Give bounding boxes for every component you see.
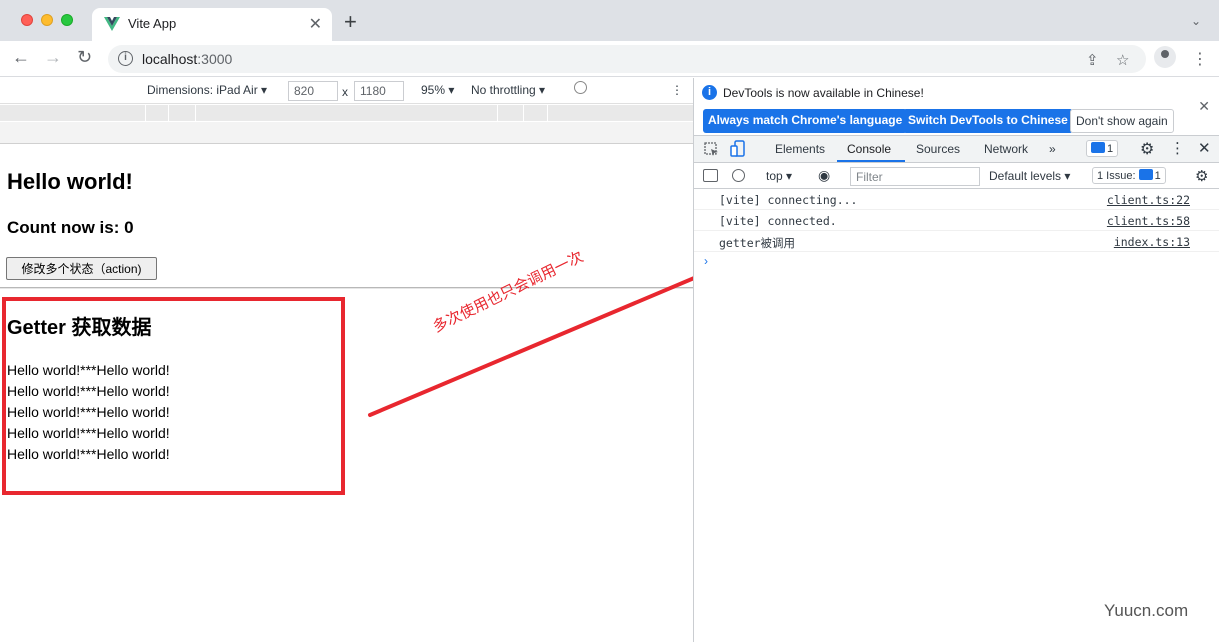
chrome-menu-icon[interactable]: ⋮ (1192, 49, 1208, 69)
more-tabs-icon[interactable]: » (1049, 142, 1056, 156)
issue-icon (1138, 169, 1153, 180)
devtools-infobar: i DevTools is now available in Chinese! … (694, 78, 1219, 136)
viewport-height-input[interactable]: 1180 (354, 81, 404, 101)
profile-avatar-icon[interactable] (1154, 46, 1176, 68)
throttling-dropdown[interactable]: No throttling ▾ (471, 83, 545, 97)
console-log-row: getter被调用 index.ts:13 (694, 232, 1219, 252)
tab-console[interactable]: Console (847, 142, 891, 156)
bookmark-star-icon[interactable]: ☆ (1116, 51, 1129, 69)
log-source-link[interactable]: client.ts:58 (1107, 214, 1190, 228)
log-message: [vite] connected. (719, 214, 837, 228)
devtools-panel: i DevTools is now available in Chinese! … (693, 78, 1219, 642)
console-toolbar: top ▾ ◉ Filter Default levels ▾ 1 Issue:… (694, 164, 1219, 189)
infobar-close-icon[interactable]: ✕ (1198, 98, 1210, 115)
context-dropdown[interactable]: top ▾ (766, 169, 792, 183)
messages-badge[interactable]: 1 (1086, 140, 1119, 157)
message-icon (1091, 142, 1105, 153)
console-filter-input[interactable]: Filter (850, 167, 980, 186)
zoom-window-button[interactable] (61, 14, 73, 26)
share-icon[interactable]: ⇪ (1086, 51, 1099, 69)
settings-gear-icon[interactable]: ⚙ (1140, 139, 1154, 159)
active-tab-indicator (837, 160, 905, 162)
viewport-width-input[interactable]: 820 (288, 81, 338, 101)
count-text: Count now is: 0 (7, 218, 134, 237)
infobar-message: DevTools is now available in Chinese! (723, 86, 924, 100)
log-message: getter被调用 (719, 236, 796, 250)
dimension-separator: x (342, 85, 348, 99)
devtools-tabbar: Elements Console Sources Network » 1 ⚙ ⋮… (694, 136, 1219, 163)
watermark: Yuucn.com (1104, 601, 1189, 620)
vue-logo-icon (104, 17, 120, 31)
live-expression-eye-icon[interactable]: ◉ (818, 167, 830, 184)
log-source-link[interactable]: index.ts:13 (1114, 235, 1190, 249)
close-window-button[interactable] (21, 14, 33, 26)
log-source-link[interactable]: client.ts:22 (1107, 193, 1190, 207)
browser-toolbar: ← → ↻ i localhost:3000 ⇪ ☆ ⋮ (0, 41, 1219, 77)
zoom-dropdown[interactable]: 95% ▾ (421, 83, 454, 97)
tab-network[interactable]: Network (984, 142, 1028, 156)
action-button[interactable]: 修改多个状态（action) (6, 257, 157, 280)
clear-console-icon[interactable] (732, 169, 745, 182)
media-query-ruler (0, 105, 693, 122)
minimize-window-button[interactable] (41, 14, 53, 26)
console-log-row: [vite] connecting... client.ts:22 (694, 190, 1219, 210)
new-tab-button[interactable]: + (344, 9, 357, 35)
console-log-row: [vite] connected. client.ts:58 (694, 211, 1219, 231)
dimensions-dropdown[interactable]: Dimensions: iPad Air ▾ (147, 83, 267, 97)
match-language-button[interactable]: Always match Chrome's language (703, 109, 908, 133)
devtools-menu-icon[interactable]: ⋮ (1170, 139, 1185, 157)
devtools-close-icon[interactable]: ✕ (1198, 139, 1211, 157)
site-info-icon[interactable]: i (118, 51, 133, 66)
console-settings-icon[interactable]: ⚙ (1195, 167, 1208, 185)
browser-tab[interactable]: Vite App ✕ (92, 8, 332, 41)
tab-close-icon[interactable]: ✕ (309, 14, 322, 34)
tab-strip: Vite App ✕ + ⌄ (0, 0, 1219, 41)
pixel-ruler (0, 122, 693, 144)
page-title: Hello world! (7, 169, 133, 194)
inspect-element-icon[interactable] (704, 142, 719, 157)
log-message: [vite] connecting... (719, 193, 858, 207)
device-toolbar: Dimensions: iPad Air ▾ 820 x 1180 95% ▾ … (0, 78, 693, 104)
info-icon: i (702, 85, 717, 100)
device-more-icon[interactable]: ⋮ (671, 83, 683, 97)
back-arrow-icon[interactable]: ← (12, 47, 30, 68)
switch-chinese-button[interactable]: Switch DevTools to Chinese (903, 109, 1073, 133)
highlight-box (2, 297, 345, 495)
tab-sources[interactable]: Sources (916, 142, 960, 156)
forward-arrow-icon[interactable]: → (44, 47, 62, 68)
rotate-icon[interactable] (574, 81, 587, 94)
dont-show-again-button[interactable]: Don't show again (1070, 109, 1174, 133)
tab-elements[interactable]: Elements (775, 142, 825, 156)
log-levels-dropdown[interactable]: Default levels ▾ (989, 169, 1070, 183)
url-text[interactable]: localhost:3000 (142, 51, 232, 67)
reload-icon[interactable]: ↻ (77, 47, 92, 68)
tab-search-icon[interactable]: ⌄ (1191, 14, 1201, 28)
address-bar[interactable]: i localhost:3000 ⇪ ☆ (108, 45, 1146, 73)
sidebar-toggle-icon[interactable] (703, 169, 718, 182)
device-toggle-icon[interactable] (730, 140, 746, 158)
issues-badge[interactable]: 1 Issue: 1 (1092, 167, 1166, 184)
console-prompt[interactable]: › (704, 254, 708, 268)
tab-title: Vite App (128, 16, 177, 31)
